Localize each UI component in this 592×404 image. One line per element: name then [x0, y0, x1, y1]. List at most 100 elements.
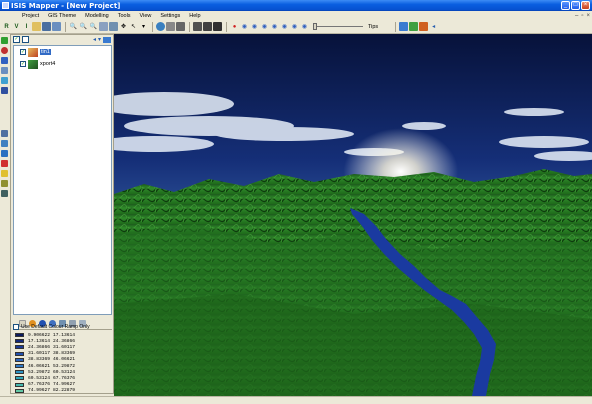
layer-visibility-checkbox[interactable]: ✓	[20, 61, 26, 67]
tin-layer-icon	[28, 47, 38, 57]
layer-visibility-checkbox[interactable]: ✓	[20, 49, 26, 55]
remove-layer-icon[interactable]	[1, 47, 8, 54]
layer-properties-icon[interactable]	[1, 57, 8, 64]
legend-to-value: 38.83369	[53, 351, 76, 357]
measure-icon[interactable]: ▾	[139, 22, 148, 31]
toolbar-separator	[395, 21, 397, 32]
legend-to-value: 60.53124	[53, 369, 76, 375]
print-icon[interactable]	[166, 22, 175, 31]
map-tool-icon[interactable]	[1, 190, 8, 197]
menu-help[interactable]: Help	[189, 13, 200, 19]
info-tool-icon[interactable]: I	[22, 22, 31, 31]
legend-to-value: 67.76376	[53, 375, 76, 381]
layer-up-icon[interactable]	[1, 67, 8, 74]
map-icon[interactable]	[409, 22, 419, 31]
legend-swatch[interactable]	[15, 357, 24, 362]
chart-icon[interactable]	[419, 22, 429, 31]
r-tool-icon[interactable]: R	[2, 22, 11, 31]
layer-panel-header: ✓ ◂ ▾	[11, 35, 113, 44]
stop-icon[interactable]: ◉	[270, 22, 279, 31]
grid-icon[interactable]	[99, 22, 108, 31]
maximize-button[interactable]: □	[571, 1, 580, 10]
rewind-icon[interactable]: ◉	[250, 22, 259, 31]
zoom-extent-icon[interactable]: 🔍	[89, 22, 98, 31]
attribute-icon[interactable]	[1, 140, 8, 147]
toolbar-separator	[226, 21, 227, 32]
layout-icon[interactable]	[109, 22, 118, 31]
mdi-restore-icon[interactable]: ▫	[581, 13, 583, 19]
layer-down-icon[interactable]	[1, 77, 8, 84]
legend-to-value: 31.60117	[53, 344, 76, 350]
default-colour-ramp-label: Use Default Colour Ramp Only	[21, 324, 90, 330]
help-icon[interactable]: ◂	[429, 22, 438, 31]
legend-from-value: 24.36866	[28, 344, 51, 350]
speed-slider[interactable]	[313, 22, 363, 31]
slider-thumb[interactable]	[313, 23, 317, 30]
view-3d-icon[interactable]	[193, 22, 202, 31]
arrow-down-icon[interactable]: ▾	[98, 36, 101, 43]
pan-icon[interactable]: ✥	[119, 22, 128, 31]
legend-swatch[interactable]	[15, 364, 24, 369]
record-icon[interactable]: ●	[230, 22, 239, 31]
layer-name[interactable]: xport4	[40, 61, 55, 67]
select-icon[interactable]: ↖	[129, 22, 138, 31]
step-back-icon[interactable]: ◉	[260, 22, 269, 31]
layer-name[interactable]: tin1	[40, 49, 51, 55]
v-tool-icon[interactable]: V	[12, 22, 21, 31]
menu-view[interactable]: View	[140, 13, 152, 19]
close-button[interactable]: ×	[581, 1, 590, 10]
mdi-minimize-icon[interactable]: –	[575, 13, 578, 19]
mdi-close-icon[interactable]: ×	[586, 13, 590, 19]
legend-swatch[interactable]	[15, 351, 24, 356]
table-icon[interactable]	[52, 22, 61, 31]
colour-ramp-legend: 9.906622 17.13614 17.13614 24.36866 24.36866…	[15, 332, 113, 394]
arrow-left-icon[interactable]: ◂	[93, 36, 96, 43]
view-2d-icon[interactable]	[203, 22, 212, 31]
legend-swatch[interactable]	[15, 376, 24, 381]
check-all-checkbox[interactable]: ✓	[13, 36, 20, 43]
minimize-button[interactable]: _	[561, 1, 570, 10]
zoom-out-icon[interactable]: 🔍	[79, 22, 88, 31]
menu-settings[interactable]: Settings	[160, 13, 180, 19]
query-icon[interactable]	[1, 150, 8, 157]
legend-swatch[interactable]	[15, 333, 24, 338]
legend-swatch[interactable]	[15, 388, 24, 393]
legend-swatch[interactable]	[15, 382, 24, 387]
window-controls: _ □ ×	[561, 1, 590, 10]
layer-item[interactable]: ✓ xport4	[14, 58, 111, 70]
globe-icon[interactable]	[156, 22, 165, 31]
legend-swatch[interactable]	[15, 370, 24, 375]
window-icon[interactable]	[399, 22, 409, 31]
step-forward-icon[interactable]: ◉	[280, 22, 289, 31]
uncheck-all-checkbox[interactable]	[22, 36, 29, 43]
legend-from-value: 17.13614	[28, 338, 51, 344]
folder-icon[interactable]	[1, 170, 8, 177]
legend-from-value: 38.83369	[28, 357, 51, 363]
link-icon[interactable]	[1, 87, 8, 94]
legend-from-value: 9.906622	[28, 332, 51, 338]
legend-to-value: 74.99627	[53, 382, 76, 388]
menu-modelling[interactable]: Modelling	[85, 13, 109, 19]
tool-icon[interactable]	[1, 180, 8, 187]
legend-from-value: 67.76376	[28, 382, 51, 388]
menu-gis-theme[interactable]: GIS Theme	[48, 13, 76, 19]
pencil-icon[interactable]	[32, 22, 41, 31]
table-view-icon[interactable]	[1, 130, 8, 137]
render-icon[interactable]	[213, 22, 222, 31]
loop-icon[interactable]: ◉	[300, 22, 309, 31]
menu-project[interactable]: Project	[22, 13, 39, 19]
default-colour-ramp-checkbox[interactable]	[13, 324, 19, 330]
legend-swatch[interactable]	[15, 339, 24, 344]
panel-menu-icon[interactable]	[103, 36, 111, 43]
play-icon[interactable]: ◉	[240, 22, 249, 31]
add-layer-icon[interactable]	[1, 37, 8, 44]
zoom-in-icon[interactable]: 🔍	[69, 22, 78, 31]
camera-icon[interactable]	[42, 22, 51, 31]
flag-icon[interactable]	[1, 160, 8, 167]
layer-item[interactable]: ✓ tin1	[14, 46, 111, 58]
legend-swatch[interactable]	[15, 345, 24, 350]
3d-viewport[interactable]	[114, 34, 592, 396]
export-icon[interactable]	[176, 22, 185, 31]
menu-tools[interactable]: Tools	[118, 13, 131, 19]
fast-forward-icon[interactable]: ◉	[290, 22, 299, 31]
